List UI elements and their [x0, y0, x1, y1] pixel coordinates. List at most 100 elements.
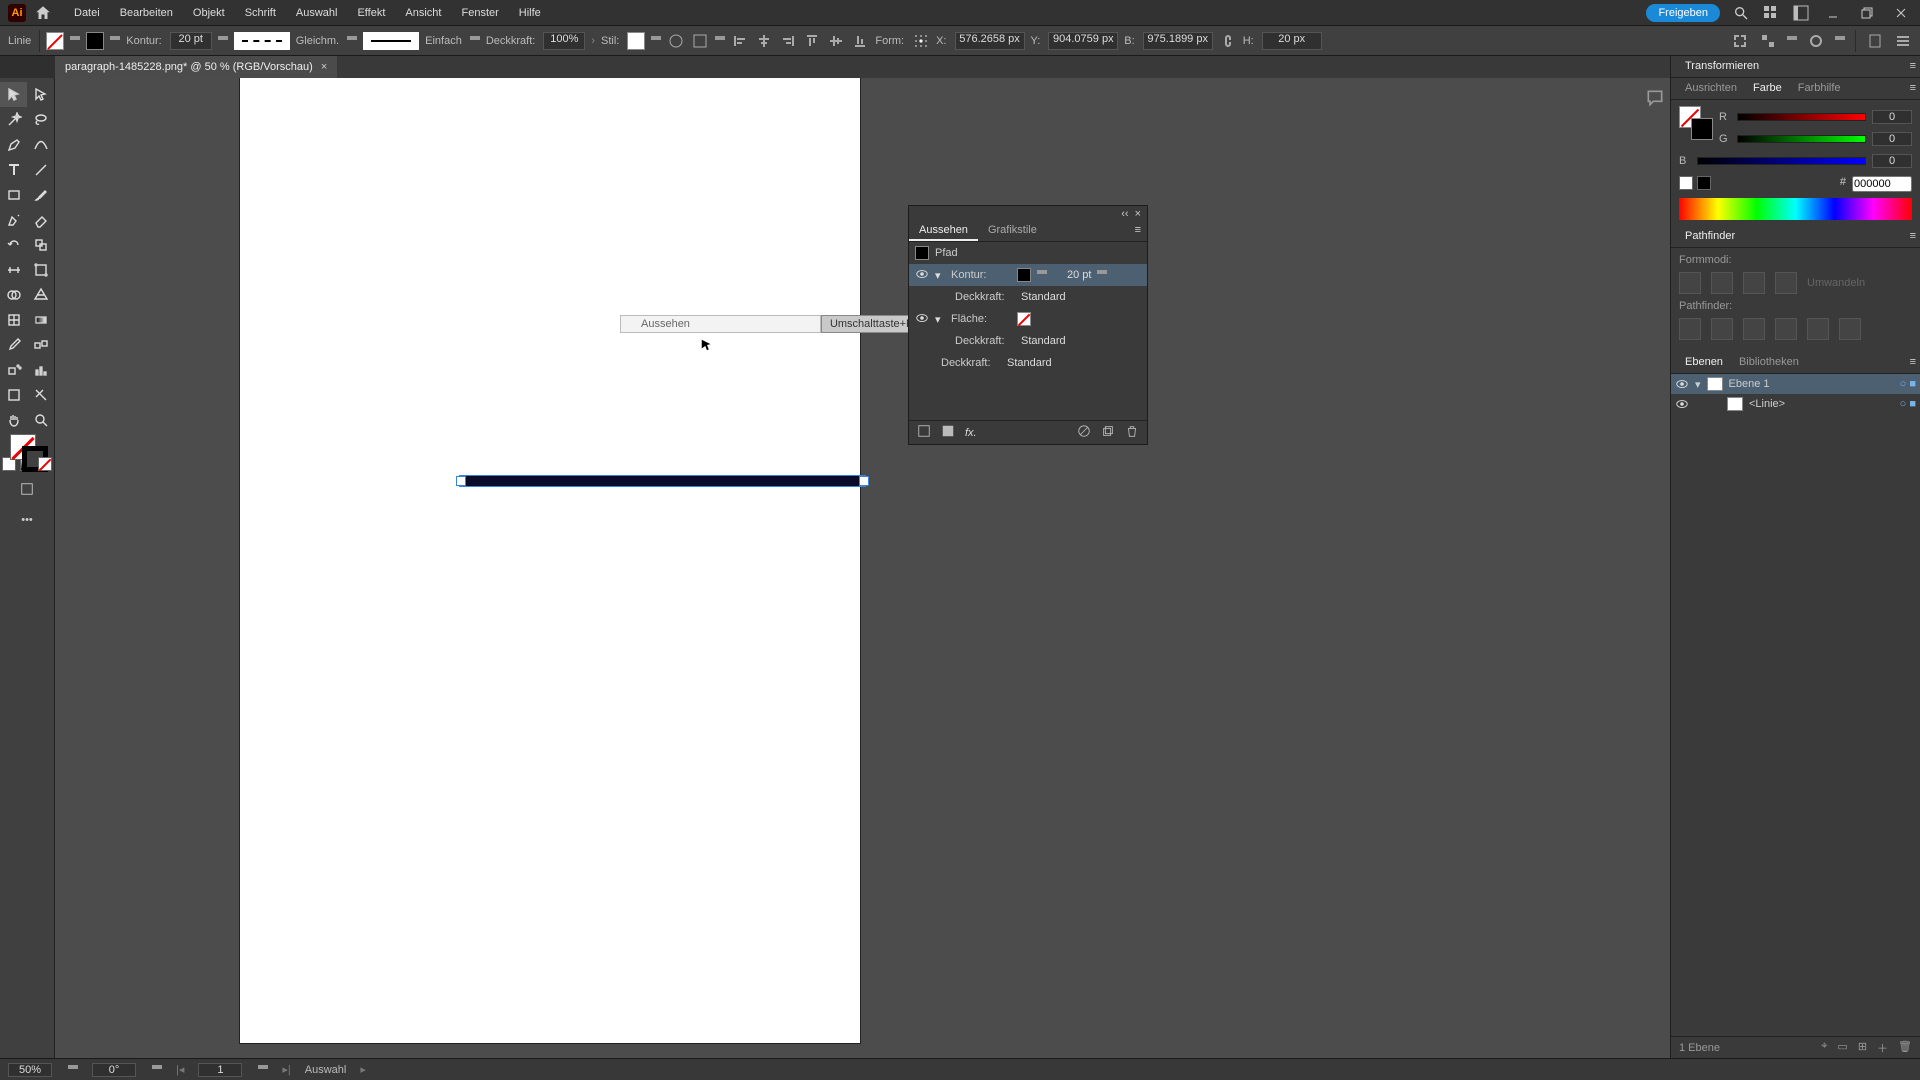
shape-builder-tool[interactable] — [0, 282, 27, 307]
search-icon[interactable] — [1732, 4, 1750, 22]
b-value[interactable] — [1872, 154, 1912, 168]
menu-effekt[interactable]: Effekt — [347, 0, 395, 26]
tab-align[interactable]: Ausrichten — [1677, 78, 1745, 99]
style-swatch[interactable] — [627, 32, 645, 50]
shaper-tool[interactable] — [0, 207, 27, 232]
panel-menu-icon[interactable]: ≡ — [1129, 220, 1147, 241]
crop-icon[interactable] — [1775, 318, 1797, 340]
doc-setup-icon[interactable] — [1866, 32, 1884, 50]
new-sublayer-icon[interactable]: ⊞ — [1858, 1040, 1867, 1056]
pen-tool[interactable] — [0, 132, 27, 157]
width-tool[interactable] — [0, 257, 27, 282]
unite-icon[interactable] — [1679, 272, 1701, 294]
visibility-icon[interactable] — [1675, 377, 1689, 391]
visibility-icon[interactable] — [1675, 397, 1689, 411]
expand-icon[interactable]: ▾ — [935, 313, 945, 326]
clear-appearance-icon[interactable] — [1077, 424, 1091, 441]
b-slider[interactable] — [1697, 157, 1866, 165]
delete-item-icon[interactable] — [1125, 424, 1139, 441]
color-mode-none[interactable] — [38, 457, 52, 471]
row-opacity-value[interactable]: Standard — [1021, 291, 1066, 303]
tab-appearance[interactable]: Aussehen — [909, 220, 978, 241]
expand-icon[interactable]: ▾ — [935, 269, 945, 282]
spectrum-bar[interactable] — [1679, 198, 1912, 220]
visibility-icon[interactable] — [915, 311, 929, 328]
visibility-icon[interactable] — [915, 267, 929, 284]
free-transform-tool[interactable] — [27, 257, 54, 282]
tab-graphic-styles[interactable]: Grafikstile — [978, 220, 1047, 241]
r-slider[interactable] — [1737, 113, 1866, 121]
obj-opacity-value[interactable]: Standard — [1007, 357, 1052, 369]
exclude-icon[interactable] — [1775, 272, 1797, 294]
make-clip-icon[interactable]: ▭ — [1837, 1040, 1847, 1056]
menu-ansicht[interactable]: Ansicht — [395, 0, 451, 26]
align-vcenter-icon[interactable] — [827, 32, 845, 50]
tab-transform[interactable]: Transformieren — [1677, 56, 1767, 77]
align-bottom-icon[interactable] — [851, 32, 869, 50]
menu-schrift[interactable]: Schrift — [235, 0, 286, 26]
paintbrush-tool[interactable] — [27, 182, 54, 207]
add-fill-icon[interactable] — [941, 424, 955, 441]
locate-object-icon[interactable]: ⌖ — [1821, 1040, 1827, 1056]
hex-value[interactable] — [1852, 176, 1912, 192]
align-top-icon[interactable] — [803, 32, 821, 50]
rotate-field[interactable] — [92, 1063, 136, 1077]
menu-hilfe[interactable]: Hilfe — [509, 0, 551, 26]
merge-icon[interactable] — [1743, 318, 1765, 340]
layer-row[interactable]: ▾ Ebene 1 ○ ■ — [1671, 374, 1920, 394]
artboard-dd[interactable] — [258, 1065, 268, 1075]
artboard-tool[interactable] — [0, 382, 27, 407]
intersect-icon[interactable] — [1743, 272, 1765, 294]
appearance-fill-opacity[interactable]: Deckkraft: Standard — [909, 330, 1147, 352]
recolor-icon[interactable] — [667, 32, 685, 50]
fill-dd[interactable] — [70, 36, 80, 46]
edit-similar-icon[interactable] — [1759, 32, 1777, 50]
align-to-dd[interactable] — [715, 36, 725, 46]
column-graph-tool[interactable] — [27, 357, 54, 382]
comments-icon[interactable] — [1640, 78, 1670, 118]
link-wh-icon[interactable] — [1219, 32, 1237, 50]
stroke-row-swatch-dd[interactable] — [1037, 270, 1047, 280]
stroke-row-value-dd[interactable] — [1097, 270, 1107, 280]
close-tab-icon[interactable]: × — [321, 61, 327, 73]
align-left-icon[interactable] — [731, 32, 749, 50]
window-restore[interactable] — [1856, 5, 1878, 21]
appearance-fill-row[interactable]: ▾ Fläche: — [909, 308, 1147, 330]
h-value[interactable]: 20 px — [1262, 32, 1322, 50]
g-value[interactable] — [1872, 132, 1912, 146]
expand-button[interactable]: Umwandeln — [1807, 277, 1865, 289]
symbol-sprayer-tool[interactable] — [0, 357, 27, 382]
stroke-swatch[interactable] — [86, 32, 104, 50]
rotate-tool[interactable] — [0, 232, 27, 257]
variable-width[interactable] — [234, 32, 290, 50]
object-name[interactable]: <Linie> — [1749, 398, 1785, 410]
new-layer-icon[interactable]: ＋ — [1877, 1040, 1888, 1056]
appearance-panel[interactable]: ‹‹ × Aussehen Grafikstile ≡ Pfad ▾ Kontu… — [908, 205, 1148, 445]
preferences-dd[interactable] — [1835, 36, 1845, 46]
black-swatch[interactable] — [1697, 176, 1711, 190]
eyedropper-tool[interactable] — [0, 332, 27, 357]
panel-close-icon[interactable]: × — [1135, 208, 1141, 218]
scale-tool[interactable] — [27, 232, 54, 257]
opacity-value[interactable]: 100% — [543, 32, 585, 50]
line-tool[interactable] — [27, 157, 54, 182]
stroke-weight[interactable]: 20 pt — [170, 32, 212, 50]
window-close[interactable] — [1890, 5, 1912, 21]
add-effect-icon[interactable]: fx. — [965, 427, 977, 439]
appearance-path-row[interactable]: Pfad — [909, 242, 1147, 264]
brush-profile[interactable] — [363, 32, 419, 50]
zoom-field[interactable] — [8, 1063, 52, 1077]
rectangle-tool[interactable] — [0, 182, 27, 207]
menu-auswahl[interactable]: Auswahl — [286, 0, 348, 26]
eraser-tool[interactable] — [27, 207, 54, 232]
fill-row-swatch[interactable] — [1017, 312, 1031, 326]
expand-icon[interactable]: ▾ — [1695, 378, 1701, 391]
panel-collapse-icon[interactable]: ‹‹ — [1121, 208, 1128, 218]
share-button[interactable]: Freigeben — [1646, 4, 1720, 22]
mesh-tool[interactable] — [0, 307, 27, 332]
home-icon[interactable] — [34, 4, 52, 22]
x-value[interactable]: 576.2658 px — [955, 32, 1025, 50]
row-opacity-value2[interactable]: Standard — [1021, 335, 1066, 347]
edit-similar-dd[interactable] — [1787, 36, 1797, 46]
preferences-icon[interactable] — [1807, 32, 1825, 50]
